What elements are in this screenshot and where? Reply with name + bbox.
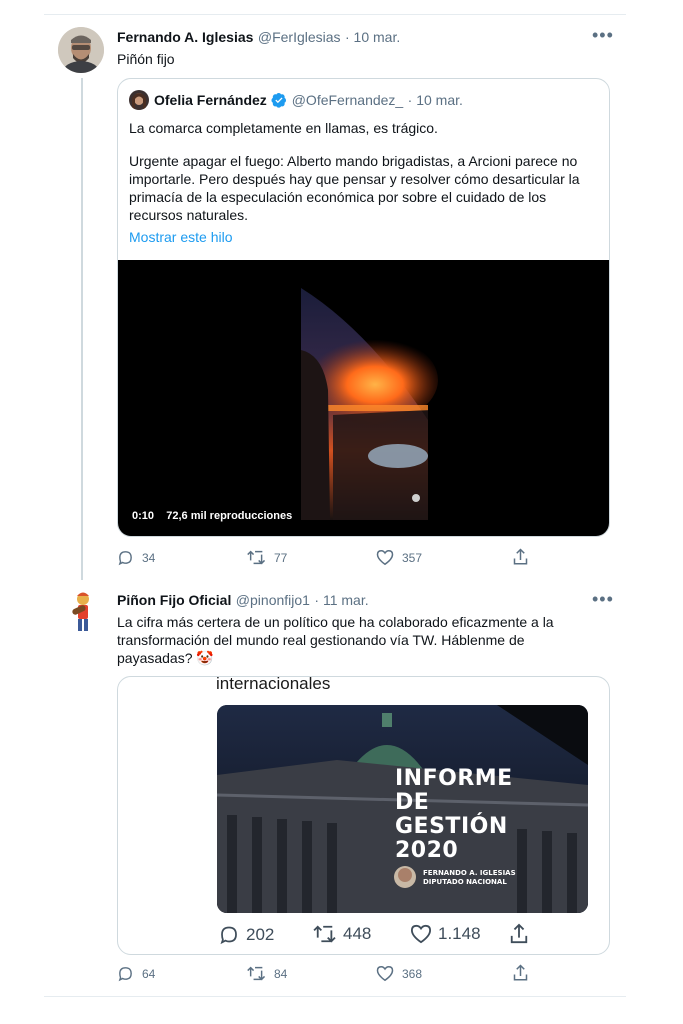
informe-title-line: 2020 [395,838,459,863]
like-button[interactable]: 368 [376,965,422,982]
avatar-fernando-image [58,27,104,73]
share-icon [513,548,528,565]
retweet-count: 84 [274,966,288,981]
embedded-media-card[interactable]: internacionales INFORME DE GESTIÓN 2020 … [117,676,610,955]
tweet-header: Fernando A. Iglesias @FerIglesias · 10 m… [117,29,400,47]
informe-title: INFORME DE GESTIÓN 2020 [395,767,513,863]
quoted-handle: @OfeFernandez_ [291,92,404,108]
like-icon [410,924,432,944]
share-button[interactable] [512,964,529,982]
tweet-date[interactable]: · 11 mar. [314,592,368,608]
tweet-date[interactable]: · 10 mar. [345,29,400,45]
informe-subtitle-line: FERNANDO A. IGLESIAS [423,869,516,877]
avatar-ofelia [129,90,149,110]
more-horizontal-icon[interactable]: ••• [592,590,614,608]
display-name[interactable]: Fernando A. Iglesias [117,29,253,45]
reply-count: 34 [142,550,156,565]
tweet-header: Piñon Fijo Oficial @pinonfijo1 · 11 mar. [117,592,369,610]
informe-title-line: GESTIÓN [395,814,508,839]
informe-image[interactable]: INFORME DE GESTIÓN 2020 FERNANDO A. IGLE… [217,705,588,913]
embedded-reply-button[interactable]: 202 [218,924,274,945]
avatar-pinon-fijo[interactable] [60,589,106,635]
share-icon [510,923,528,944]
quoted-date: · 10 mar. [407,92,463,108]
informe-subtitle: FERNANDO A. IGLESIAS DIPUTADO NACIONAL [423,869,516,887]
reply-icon [118,551,132,566]
retweet-button[interactable]: 84 [247,965,287,982]
tweet-text: Piñón fijo [117,51,175,67]
informe-title-line: INFORME [395,766,513,791]
avatar-pinon-fijo-image [60,589,106,635]
avatar-ofelia-image [129,90,149,110]
verified-badge-icon [271,92,287,113]
embedded-retweet-count: 448 [343,924,372,943]
share-icon [513,964,528,981]
video-views: 72,6 mil reproducciones [166,510,293,522]
video-time: 0:10 [132,510,155,522]
retweet-icon [247,966,266,981]
quoted-text-paragraph-2: Urgente apagar el fuego: Alberto mando b… [129,153,580,223]
embedded-retweet-button[interactable]: 448 [313,924,371,944]
feed-top-divider [44,14,626,15]
like-count: 357 [402,550,423,565]
tweet-text: La cifra más certera de un político que … [117,614,554,666]
video-info: 0:10 72,6 mil reproducciones [132,510,292,522]
informe-title-line: DE [395,790,430,815]
user-handle[interactable]: @FerIglesias [258,29,341,45]
reply-button[interactable]: 64 [117,965,155,982]
quoted-header: Ofelia Fernández @OfeFernandez_ · 10 mar… [154,92,463,113]
reply-count: 64 [142,966,156,981]
like-button[interactable]: 357 [376,549,422,566]
quoted-tweet-card[interactable]: Ofelia Fernández @OfeFernandez_ · 10 mar… [117,78,610,537]
embedded-like-button[interactable]: 1.148 [410,924,481,944]
more-horizontal-icon[interactable]: ••• [592,26,614,44]
like-icon [376,965,394,982]
share-button[interactable] [512,548,529,566]
feed-bottom-divider [44,996,626,997]
quoted-display-name: Ofelia Fernández [154,92,267,108]
avatar-fernando[interactable] [58,27,104,73]
retweet-icon [247,550,266,565]
thread-connector [81,78,83,580]
video-player[interactable]: 0:10 72,6 mil reproducciones [118,260,609,536]
like-count: 368 [402,966,423,981]
reply-button[interactable]: 34 [117,549,155,566]
reply-icon [118,967,132,982]
retweet-icon [313,925,336,943]
embedded-like-count: 1.148 [438,924,481,943]
like-icon [376,549,394,566]
show-thread-link[interactable]: Mostrar este hilo [129,229,232,245]
reply-icon [220,926,237,945]
informe-subtitle-line: DIPUTADO NACIONAL [423,878,507,886]
user-handle[interactable]: @pinonfijo1 [236,592,310,608]
retweet-count: 77 [274,550,288,565]
retweet-button[interactable]: 77 [247,549,287,566]
embedded-reply-count: 202 [246,924,275,944]
video-fire-thumbnail [298,288,438,520]
quoted-text-paragraph-1: La comarca completamente en llamas, es t… [129,120,438,136]
embedded-header-text: internacionales [216,676,331,693]
display-name[interactable]: Piñon Fijo Oficial [117,592,231,608]
embedded-share-button[interactable] [509,923,529,945]
